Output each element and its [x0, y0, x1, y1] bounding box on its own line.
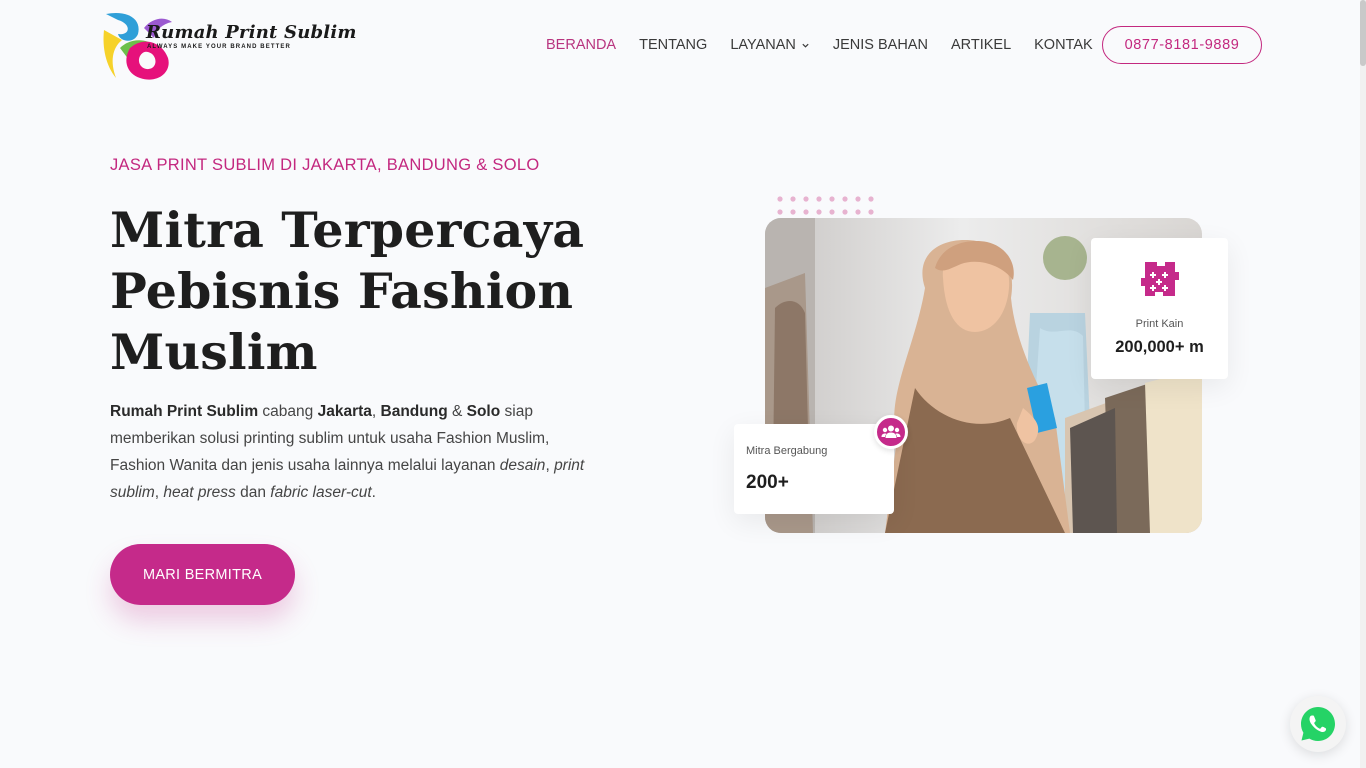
users-icon [881, 425, 901, 438]
site-logo[interactable]: Rumah Print Sublim ALWAYS MAKE YOUR BRAN… [100, 8, 356, 84]
dots-decoration [777, 196, 874, 215]
nav-item-kontak[interactable]: KONTAK [1034, 36, 1093, 54]
desc-city-solo: Solo [466, 403, 501, 420]
page-scrollbar[interactable] [1360, 0, 1366, 768]
hero-title: Mitra Terpercaya Pebisnis Fashion Muslim [110, 200, 630, 383]
scrollbar-thumb[interactable] [1360, 0, 1366, 66]
hero-description: Rumah Print Sublim cabang Jakarta, Bandu… [110, 398, 600, 506]
nav-item-beranda[interactable]: BERANDA [546, 36, 616, 54]
desc-text: dan [235, 484, 271, 501]
main-nav: BERANDA TENTANG LAYANAN JENIS BAHAN ARTI… [546, 36, 1116, 54]
desc-city-bandung: Bandung [380, 403, 448, 420]
logo-title: Rumah Print Sublim [146, 22, 357, 43]
desc-service-desain: desain [499, 457, 546, 474]
cta-button[interactable]: MARI BERMITRA [110, 544, 295, 605]
hero-kicker: JASA PRINT SUBLIM DI JAKARTA, BANDUNG & … [110, 156, 540, 174]
stat-value-print-kain: 200,000+ m [1115, 338, 1204, 356]
desc-brand: Rumah Print Sublim [110, 403, 259, 420]
desc-text: , [545, 457, 555, 474]
desc-text: , [371, 403, 381, 420]
hero-title-line-2: Pebisnis Fashion [110, 262, 574, 320]
hero-title-line-1: Mitra Terpercaya [110, 201, 585, 259]
stat-label-print-kain: Print Kain [1135, 318, 1184, 330]
stat-value-mitra: 200+ [746, 472, 789, 493]
hero-title-line-3: Muslim [110, 323, 318, 381]
stat-card-print-kain: Print Kain 200,000+ m [1091, 238, 1228, 379]
whatsapp-icon [1301, 707, 1335, 741]
nav-item-jenis-bahan[interactable]: JENIS BAHAN [833, 36, 928, 54]
fabric-print-icon [1141, 262, 1179, 296]
desc-city-jakarta: Jakarta [317, 403, 372, 420]
nav-item-layanan[interactable]: LAYANAN [730, 36, 810, 54]
stat-label-mitra: Mitra Bergabung [746, 445, 828, 457]
desc-text: cabang [258, 403, 318, 420]
users-badge [874, 415, 908, 449]
nav-item-artikel[interactable]: ARTIKEL [951, 36, 1011, 54]
desc-text: . [371, 484, 376, 501]
stat-card-mitra: Mitra Bergabung 200+ [734, 424, 894, 514]
phone-button[interactable]: 0877-8181-9889 [1102, 26, 1262, 64]
nav-item-tentang[interactable]: TENTANG [639, 36, 707, 54]
chevron-down-icon [802, 43, 809, 48]
logo-tagline: ALWAYS MAKE YOUR BRAND BETTER [147, 44, 291, 50]
whatsapp-button[interactable] [1290, 696, 1346, 752]
nav-item-layanan-label: LAYANAN [730, 37, 796, 53]
desc-service-heat-press: heat press [163, 484, 236, 501]
desc-service-laser-cut: fabric laser-cut [270, 484, 372, 501]
desc-text: & [447, 403, 467, 420]
